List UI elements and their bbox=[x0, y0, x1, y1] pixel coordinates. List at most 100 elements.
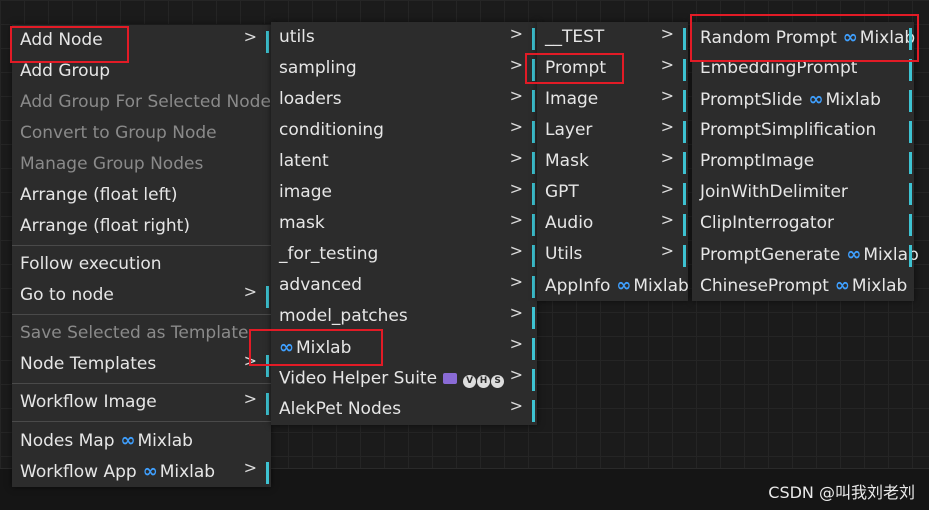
menu-item-chineseprompt[interactable]: ChinesePrompt ∞ Mixlab bbox=[692, 270, 914, 301]
menu-item-save-selected-as-template: Save Selected as Template bbox=[12, 318, 271, 349]
submenu-arrow-icon: > bbox=[509, 272, 523, 291]
submenu-arrow-icon: > bbox=[509, 396, 523, 415]
menu-item-latent[interactable]: latent > bbox=[271, 146, 537, 177]
menu-item-conditioning[interactable]: conditioning > bbox=[271, 115, 537, 146]
menu-item-label: Arrange (float right) bbox=[20, 216, 190, 236]
menu-item-utils[interactable]: utils > bbox=[271, 22, 537, 53]
menu-item-label: GPT bbox=[545, 182, 579, 202]
menu-item-utils[interactable]: Utils > bbox=[537, 239, 688, 270]
menu-item-random-prompt[interactable]: Random Prompt ∞ Mixlab bbox=[692, 22, 915, 53]
menu-item-manage-group-nodes: Manage Group Nodes bbox=[12, 149, 271, 180]
menu-item-sampling[interactable]: sampling > bbox=[271, 53, 537, 84]
menu-item-video-helper-suite[interactable]: Video Helper Suite V H S > bbox=[271, 363, 537, 394]
submenu-arrow-icon: > bbox=[243, 389, 257, 408]
menu-item-joinwithdelimiter[interactable]: JoinWithDelimiter bbox=[692, 177, 914, 208]
submenu-arrow-icon: > bbox=[243, 282, 257, 301]
menu-item-node-templates[interactable]: Node Templates > bbox=[12, 349, 271, 380]
menu-item-arrange-float-right[interactable]: Arrange (float right) bbox=[12, 211, 271, 242]
menu-item-go-to-node[interactable]: Go to node > bbox=[12, 280, 271, 311]
menu-separator bbox=[12, 421, 271, 422]
video-camera-icon bbox=[443, 373, 458, 384]
menu-item-add-node[interactable]: Add Node > bbox=[12, 25, 271, 56]
submenu-indicator bbox=[532, 28, 535, 50]
menu-item-for-testing[interactable]: _for_testing > bbox=[271, 239, 537, 270]
menu-item-label: Go to node bbox=[20, 285, 114, 305]
menu-item-workflow-image[interactable]: Workflow Image > bbox=[12, 387, 271, 418]
submenu-arrow-icon: > bbox=[509, 55, 523, 74]
menu-item-label: Image bbox=[545, 89, 599, 109]
mixlab-tag: Mixlab bbox=[851, 276, 908, 296]
menu-item-label: Save Selected as Template bbox=[20, 323, 249, 343]
infinity-icon: ∞ bbox=[120, 430, 136, 451]
submenu-indicator bbox=[532, 276, 535, 298]
menu-item-embeddingprompt[interactable]: EmbeddingPrompt bbox=[692, 53, 914, 84]
menu-item-mixlab[interactable]: ∞ Mixlab > bbox=[271, 332, 537, 363]
submenu-arrow-icon: > bbox=[660, 24, 674, 43]
submenu-arrow-icon: > bbox=[660, 148, 674, 167]
submenu-indicator bbox=[532, 307, 535, 329]
menu-item-label: Manage Group Nodes bbox=[20, 154, 204, 174]
mixlab-tag: Mixlab bbox=[137, 431, 193, 451]
menu-item-label: Convert to Group Node bbox=[20, 123, 217, 143]
submenu-arrow-icon: > bbox=[243, 27, 257, 46]
menu-item-alekpet-nodes[interactable]: AlekPet Nodes > bbox=[271, 394, 537, 425]
menu-item-workflow-app[interactable]: Workflow App ∞ Mixlab > bbox=[12, 456, 271, 487]
infinity-icon: ∞ bbox=[842, 27, 858, 48]
submenu-arrow-icon: > bbox=[243, 351, 257, 370]
submenu-indicator bbox=[532, 121, 535, 143]
menu-item-label: Video Helper Suite bbox=[279, 368, 438, 389]
menu-item-promptimage[interactable]: PromptImage bbox=[692, 146, 914, 177]
menu-item-promptslide[interactable]: PromptSlide ∞ Mixlab bbox=[692, 84, 914, 115]
menu-item-advanced[interactable]: advanced > bbox=[271, 270, 537, 301]
menu-item-label: Nodes Map bbox=[20, 431, 115, 451]
menu-item-label: PromptSlide bbox=[700, 90, 803, 110]
menu-item-appinfo[interactable]: AppInfo ∞ Mixlab bbox=[537, 270, 689, 301]
submenu-prompt: Random Prompt ∞ Mixlab EmbeddingPrompt Promp… bbox=[692, 22, 919, 301]
menu-item-label: Mixlab bbox=[296, 338, 352, 358]
menu-item-arrange-float-left[interactable]: Arrange (float left) bbox=[12, 180, 271, 211]
submenu-indicator bbox=[909, 121, 912, 143]
menu-item-label: Add Group For Selected Nodes bbox=[20, 92, 280, 112]
menu-item-label: utils bbox=[279, 27, 315, 47]
menu-item-label: Node Templates bbox=[20, 354, 157, 374]
menu-item-label: Follow execution bbox=[20, 254, 162, 274]
menu-item-promptgenerate[interactable]: PromptGenerate ∞ Mixlab bbox=[692, 239, 919, 270]
submenu-indicator bbox=[683, 183, 686, 205]
submenu-indicator bbox=[683, 152, 686, 174]
submenu-indicator bbox=[532, 183, 535, 205]
menu-item-label: PromptGenerate bbox=[700, 245, 841, 265]
menu-item-label: PromptSimplification bbox=[700, 120, 877, 140]
menu-item-mask[interactable]: mask > bbox=[271, 208, 537, 239]
menu-item-label: JoinWithDelimiter bbox=[700, 182, 848, 202]
menu-item-label: sampling bbox=[279, 58, 357, 78]
menu-item-promptsimplification[interactable]: PromptSimplification bbox=[692, 115, 914, 146]
submenu-indicator bbox=[683, 28, 686, 50]
menu-item-nodes-map[interactable]: Nodes Map ∞ Mixlab bbox=[12, 425, 271, 456]
submenu-indicator bbox=[266, 462, 269, 484]
submenu-indicator bbox=[909, 245, 912, 267]
vhs-letter: H bbox=[477, 375, 491, 388]
menu-item-label: Random Prompt bbox=[700, 28, 837, 48]
menu-item-label: Add Node bbox=[20, 30, 103, 50]
submenu-arrow-icon: > bbox=[509, 117, 523, 136]
menu-item-label: advanced bbox=[279, 275, 363, 295]
submenu-indicator bbox=[683, 121, 686, 143]
menu-item-clipinterrogator[interactable]: ClipInterrogator bbox=[692, 208, 914, 239]
menu-item-label: Utils bbox=[545, 244, 583, 264]
menu-item-image[interactable]: image > bbox=[271, 177, 537, 208]
menu-item-follow-execution[interactable]: Follow execution bbox=[12, 249, 271, 280]
menu-item-model-patches[interactable]: model_patches > bbox=[271, 301, 537, 332]
menu-item-add-group[interactable]: Add Group bbox=[12, 56, 271, 87]
vhs-badge-icon: VHS bbox=[463, 363, 505, 394]
menu-item-label: Arrange (float left) bbox=[20, 185, 178, 205]
submenu-indicator bbox=[266, 286, 269, 308]
infinity-icon: ∞ bbox=[834, 275, 850, 296]
menu-item-label: AppInfo bbox=[545, 276, 611, 296]
submenu-arrow-icon: > bbox=[509, 86, 523, 105]
submenu-indicator bbox=[909, 183, 912, 205]
submenu-arrow-icon: > bbox=[660, 210, 674, 229]
submenu-indicator bbox=[532, 369, 535, 391]
menu-separator bbox=[12, 245, 271, 246]
submenu-indicator bbox=[532, 400, 535, 422]
menu-item-loaders[interactable]: loaders > bbox=[271, 84, 537, 115]
